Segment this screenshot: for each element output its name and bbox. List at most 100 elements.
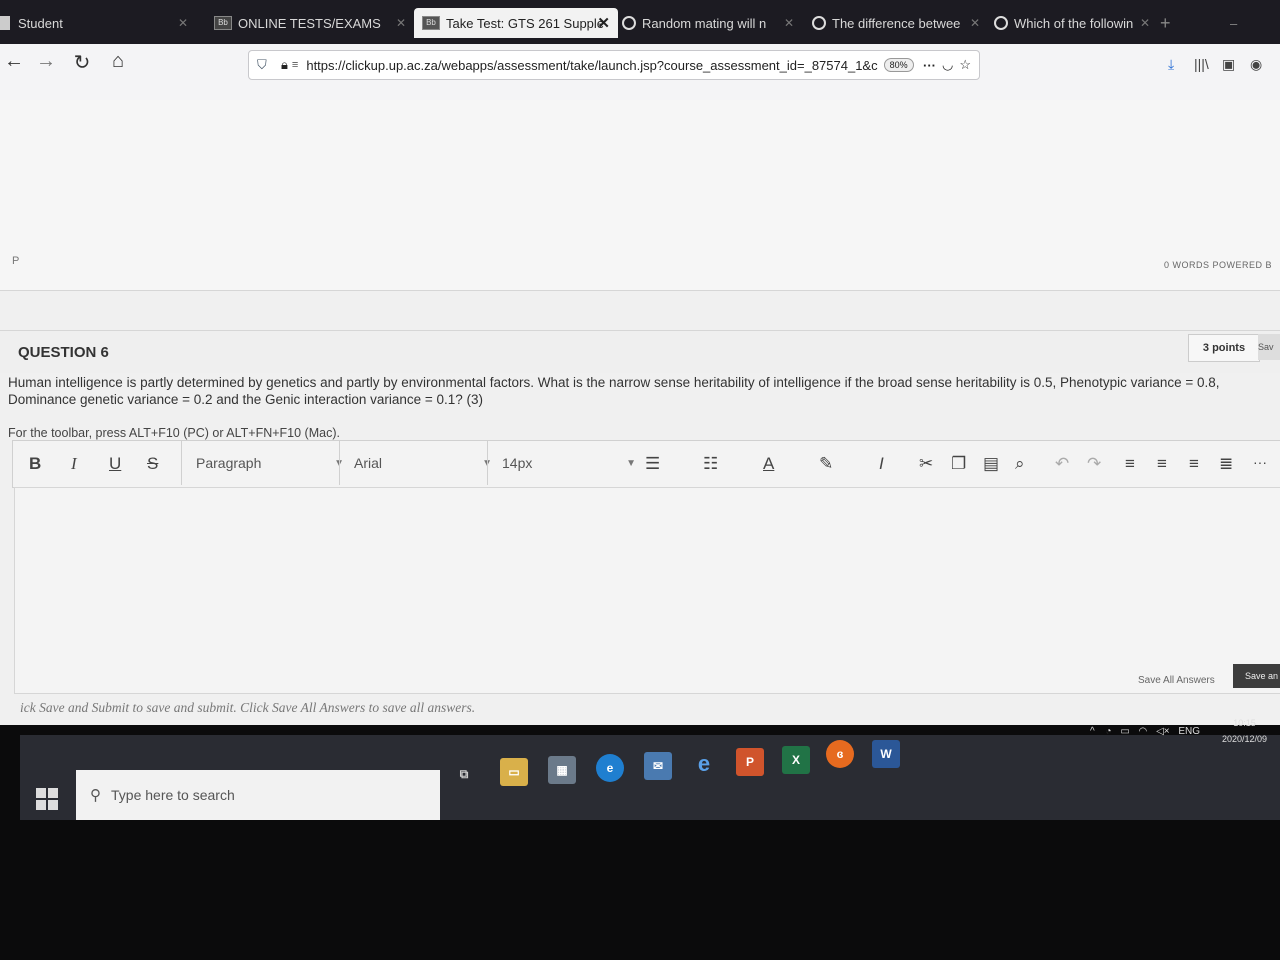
word-count: 0 WORDS POWERED B <box>1164 260 1273 270</box>
more-options-icon[interactable]: ··· <box>1253 454 1267 470</box>
tab-label: ONLINE TESTS/EXAMS <box>238 15 381 31</box>
tab-label: Random mating will n <box>642 15 767 31</box>
tab-difference[interactable]: The difference betwee ✕ <box>806 8 988 38</box>
task-view-icon[interactable]: ⧉ <box>450 760 478 788</box>
tab-which-of[interactable]: Which of the followin ✕ <box>988 8 1158 38</box>
zoom-badge[interactable]: 80% <box>883 58 914 72</box>
new-tab-icon[interactable]: + <box>1160 8 1180 38</box>
url-text: https://clickup.up.ac.za/webapps/assessm… <box>306 57 878 73</box>
system-clock[interactable]: 10:15 2020/12/09 <box>1222 715 1267 747</box>
back-icon[interactable]: ← <box>0 50 28 73</box>
browser-tab-bar: Student ✕ Bb ONLINE TESTS/EXAMS ✕ Bb Tak… <box>0 0 1280 44</box>
mail-icon[interactable]: ✉ <box>644 752 672 780</box>
word-icon[interactable]: W <box>872 740 900 768</box>
minimize-icon[interactable]: – <box>1230 8 1244 38</box>
file-explorer-icon[interactable]: ▭ <box>500 758 528 786</box>
system-tray: ^ ◔ ▭ ◠ ◁× ENG <box>1090 726 1200 737</box>
language-indicator[interactable]: ENG <box>1178 726 1200 737</box>
paste-icon[interactable]: ▤ <box>983 454 999 474</box>
address-bar[interactable]: ⛉ 🔒︎ ≡ https://clickup.up.ac.za/webapps/… <box>248 50 980 80</box>
save-answer-button[interactable]: Sav <box>1258 334 1280 360</box>
editor-toolbar: B I U S Paragraph ▼ Arial ▼ 14px ▼ ☰ ☷ A… <box>12 440 1280 488</box>
submit-instructions: ick Save and Submit to save and submit. … <box>20 700 476 715</box>
underline-button[interactable]: U <box>109 454 121 474</box>
library-icon[interactable]: |||\ <box>1194 56 1209 72</box>
question-text: Human intelligence is partly determined … <box>8 374 1273 408</box>
find-icon[interactable]: ⌕ <box>1015 454 1025 474</box>
shield-icon: ⛉ <box>257 57 267 72</box>
font-family-value: Arial <box>354 455 383 471</box>
sidebar-icon[interactable]: ▣ <box>1222 56 1235 73</box>
permissions-icon[interactable]: ≡ <box>292 59 298 71</box>
battery-icon[interactable]: ▭ <box>1120 726 1129 737</box>
strikethrough-button[interactable]: S <box>147 454 158 474</box>
chevron-up-icon[interactable]: ^ <box>1090 726 1095 737</box>
italic-button[interactable]: I <box>71 454 77 474</box>
taskbar-search[interactable]: ⚲ Type here to search <box>76 770 440 820</box>
tab-student[interactable]: Student ✕ <box>0 8 196 38</box>
question-title: QUESTION 6 <box>18 344 109 361</box>
block-format-select[interactable]: Paragraph ▼ <box>181 441 354 485</box>
wifi-icon[interactable]: ◠ <box>1139 726 1148 737</box>
close-icon[interactable]: ✕ <box>178 16 188 30</box>
align-right-icon[interactable]: ≡ <box>1189 454 1199 474</box>
close-icon[interactable]: ✕ <box>784 16 794 30</box>
close-icon[interactable]: ✕ <box>396 16 406 30</box>
block-format-value: Paragraph <box>196 455 262 471</box>
save-and-submit-button[interactable]: Save an <box>1233 664 1280 688</box>
bullet-list-icon[interactable]: ☰ <box>645 454 660 474</box>
excel-icon[interactable]: X <box>782 746 810 774</box>
edge-icon[interactable]: e <box>596 754 624 782</box>
store-icon[interactable]: ▦ <box>548 756 576 784</box>
undo-icon[interactable]: ↶ <box>1055 454 1069 474</box>
bb-icon: Bb <box>422 16 440 30</box>
search-icon: ⚲ <box>90 787 101 804</box>
close-icon[interactable]: ✕ <box>1140 16 1150 30</box>
firefox-icon[interactable]: ɞ <box>826 740 854 768</box>
text-color-icon[interactable]: A <box>763 454 774 474</box>
browser-nav-bar: ← → ↻ ⌂ ⛉ 🔒︎ ≡ https://clickup.up.ac.za/… <box>0 44 1280 101</box>
tab-online-tests[interactable]: Bb ONLINE TESTS/EXAMS ✕ <box>206 8 414 38</box>
page-actions-icon[interactable]: ··· <box>923 58 936 73</box>
clock-time: 10:15 <box>1233 718 1256 728</box>
home-icon[interactable]: ⌂ <box>104 50 132 73</box>
justify-icon[interactable]: ≣ <box>1219 454 1233 474</box>
highlight-icon[interactable]: ✎ <box>819 454 833 474</box>
reload-icon[interactable]: ↻ <box>68 50 96 75</box>
align-left-icon[interactable]: ≡ <box>1125 454 1135 474</box>
bookmark-star-icon[interactable]: ☆ <box>959 57 971 73</box>
volume-icon[interactable]: ◁× <box>1156 726 1170 737</box>
save-all-answers-button[interactable]: Save All Answers <box>1138 675 1215 686</box>
network-icon[interactable]: ◔ <box>1105 726 1111 737</box>
align-center-icon[interactable]: ≡ <box>1157 454 1167 474</box>
forward-icon[interactable]: → <box>32 50 60 73</box>
account-icon[interactable]: ◉ <box>1250 56 1262 73</box>
numbered-list-icon[interactable]: ☷ <box>703 454 718 474</box>
windows-start-icon[interactable] <box>36 788 58 810</box>
chevron-down-icon: ▼ <box>626 457 636 469</box>
clear-format-icon[interactable]: I <box>879 454 884 474</box>
powerpoint-icon[interactable]: P <box>736 748 764 776</box>
redo-icon[interactable]: ↷ <box>1087 454 1101 474</box>
bold-button[interactable]: B <box>29 454 41 474</box>
search-placeholder: Type here to search <box>111 787 235 803</box>
student-icon <box>0 16 10 30</box>
tab-label: The difference betwee <box>832 15 961 31</box>
answer-textarea[interactable] <box>14 487 1280 694</box>
close-icon[interactable]: ✕ <box>597 14 610 32</box>
download-icon[interactable]: ⤓ <box>1168 56 1174 73</box>
ie-icon[interactable]: e <box>690 750 718 778</box>
font-size-select[interactable]: 14px ▼ <box>487 441 646 485</box>
cut-icon[interactable]: ✂ <box>919 454 933 474</box>
tab-take-test[interactable]: Bb Take Test: GTS 261 Supple ✕ <box>414 8 618 38</box>
tab-label: Student <box>18 15 63 31</box>
tab-label: Which of the followin <box>1014 15 1134 31</box>
close-icon[interactable]: ✕ <box>970 16 980 30</box>
copy-icon[interactable]: ❐ <box>951 454 966 474</box>
question-text-line: Human intelligence is partly determined … <box>8 375 1220 390</box>
tab-random-mating[interactable]: Random mating will n ✕ <box>616 8 802 38</box>
previous-answer-editor[interactable] <box>0 100 1280 291</box>
pocket-icon[interactable]: ◡ <box>942 57 953 73</box>
google-icon <box>994 16 1008 30</box>
font-family-select[interactable]: Arial ▼ <box>339 441 502 485</box>
